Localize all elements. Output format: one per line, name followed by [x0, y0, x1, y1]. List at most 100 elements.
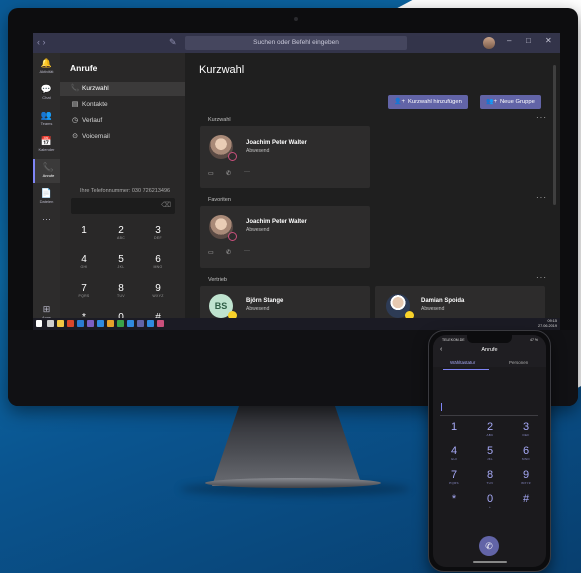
call-button[interactable]: ✆: [479, 536, 499, 556]
tab-dialpad[interactable]: Wähltastatur: [450, 360, 475, 365]
nav-arrows-icon[interactable]: ‹ ›: [37, 37, 46, 47]
section-label: Vertrieb: [208, 277, 227, 283]
add-person-icon: 👤+: [394, 99, 405, 105]
phone-call-icon[interactable]: ✆: [226, 170, 231, 177]
rail-item-files[interactable]: 📄 Dateien: [33, 185, 60, 209]
taskbar-app-icon[interactable]: [107, 320, 114, 327]
key-digit: 5: [118, 254, 124, 265]
taskbar-app-icon[interactable]: [157, 320, 164, 327]
keypad-key[interactable]: #: [514, 493, 538, 505]
rail-item-activity[interactable]: 🔔 Aktivität: [33, 55, 60, 79]
keypad-key[interactable]: *: [442, 493, 466, 505]
key-digit: 2: [486, 421, 494, 433]
keypad-key[interactable]: 1: [69, 225, 99, 236]
key-digit: 2: [118, 225, 124, 236]
file-icon: 📄: [40, 188, 53, 198]
key-digit: 6: [522, 445, 530, 457]
key-letters: PQRS: [78, 294, 90, 298]
taskbar-app-icon[interactable]: [77, 320, 84, 327]
taskbar-app-icon[interactable]: [147, 320, 154, 327]
key-letters: MNO: [153, 265, 163, 269]
rail-item-chat[interactable]: 💬 Chat: [33, 81, 60, 105]
keypad-key[interactable]: 1: [442, 421, 466, 433]
voicemail-icon: ⊙: [72, 133, 78, 140]
key-digit: 0: [486, 493, 494, 505]
dial-number-input[interactable]: ⌫: [71, 198, 175, 214]
keypad-key[interactable]: 0+: [478, 493, 502, 509]
windows-taskbar: 09:15 27.06.2019: [33, 318, 560, 330]
taskbar-app-icon[interactable]: [87, 320, 94, 327]
keypad-key[interactable]: 6 MNO: [143, 254, 173, 270]
rail-item-calendar[interactable]: 📅 Kalender: [33, 133, 60, 157]
search-input[interactable]: Suchen oder Befehl eingeben: [185, 36, 407, 50]
key-digit: 5: [486, 445, 494, 457]
smartphone: TELEKOM.DE 47 % ‹ Anrufe Wähltastatur Pe…: [428, 330, 551, 572]
home-indicator: [473, 561, 507, 563]
user-avatar[interactable]: [483, 37, 495, 49]
video-call-icon[interactable]: ▭: [208, 170, 214, 177]
taskbar-app-icon[interactable]: [117, 320, 124, 327]
taskbar-app-icon[interactable]: [47, 320, 54, 327]
panel-item-voicemail[interactable]: ⊙ Voicemail: [60, 130, 185, 144]
scrollbar[interactable]: [553, 65, 556, 205]
contact-name: Damian Spoida: [421, 298, 465, 304]
keypad-key[interactable]: 9 WXYZ: [514, 469, 538, 485]
panel-item-history[interactable]: ◷ Verlauf: [60, 114, 185, 128]
tab-people[interactable]: Personen: [509, 360, 528, 365]
taskbar-app-icon[interactable]: [67, 320, 74, 327]
panel-item-speed-dial[interactable]: 📞 Kurzwahl: [60, 82, 185, 96]
contact-card[interactable]: Joachim Peter Walter Abwesend ▭ ✆ ···: [200, 126, 370, 188]
minimize-button[interactable]: –: [507, 36, 511, 45]
folder-icon[interactable]: [57, 320, 64, 327]
keypad-key[interactable]: 4 GHI: [442, 445, 466, 461]
keypad-key[interactable]: 7 PQRS: [69, 283, 99, 299]
windows-start-icon[interactable]: [36, 320, 42, 327]
section-more-icon[interactable]: ···: [536, 113, 547, 122]
panel-item-contacts[interactable]: ▤ Kontakte: [60, 98, 185, 112]
own-phone-number: Ihre Telefonnummer: 030 726213496: [80, 188, 171, 194]
new-group-button[interactable]: 👥+ Neue Gruppe: [480, 95, 541, 109]
contact-name: Joachim Peter Walter: [246, 219, 307, 225]
keypad-key[interactable]: 4 GHI: [69, 254, 99, 270]
keypad-key[interactable]: 3 DEF: [143, 225, 173, 241]
add-speed-dial-button[interactable]: 👤+ Kurzwahl hinzufügen: [388, 95, 468, 109]
key-digit: 4: [450, 445, 458, 457]
backspace-icon[interactable]: ⌫: [161, 201, 171, 209]
contacts-icon: ▤: [71, 101, 79, 108]
rail-item-teams[interactable]: 👥 Teams: [33, 107, 60, 131]
more-icon: ···: [42, 214, 51, 224]
bell-icon: 🔔: [40, 58, 53, 68]
calendar-icon: 📅: [40, 136, 53, 146]
section-more-icon[interactable]: ···: [536, 273, 547, 282]
section-more-icon[interactable]: ···: [536, 193, 547, 202]
keypad-key[interactable]: 6 MNO: [514, 445, 538, 461]
keypad-key[interactable]: 9 WXYZ: [143, 283, 173, 299]
taskbar-app-icon[interactable]: [97, 320, 104, 327]
key-letters: JKL: [117, 265, 125, 269]
maximize-button[interactable]: □: [526, 36, 531, 45]
close-button[interactable]: ✕: [545, 36, 552, 45]
rail-item-more[interactable]: ···: [33, 211, 60, 235]
keypad-key[interactable]: 2 ABC: [106, 225, 136, 241]
keypad-key[interactable]: 8 TUV: [478, 469, 502, 485]
edit-icon[interactable]: ✎: [169, 37, 177, 48]
taskbar-app-icon[interactable]: [127, 320, 134, 327]
phone-call-icon[interactable]: ✆: [226, 249, 231, 256]
more-options-icon[interactable]: ···: [244, 248, 250, 254]
clock-icon: ◷: [71, 117, 79, 124]
rail-item-calls[interactable]: 📞 Anrufe: [33, 159, 62, 183]
teams-taskbar-icon[interactable]: [137, 320, 144, 327]
video-call-icon[interactable]: ▭: [208, 249, 214, 256]
keypad-key[interactable]: 8 TUV: [106, 283, 136, 299]
more-options-icon[interactable]: ···: [244, 169, 250, 175]
keypad-key[interactable]: 5 JKL: [106, 254, 136, 270]
keypad-key[interactable]: 7 PQRS: [442, 469, 466, 485]
key-digit: 8: [486, 469, 494, 481]
key-letters: PQRS: [449, 481, 459, 485]
contact-card[interactable]: Joachim Peter Walter Abwesend ▭ ✆ ···: [200, 206, 370, 268]
phone-screen: TELEKOM.DE 47 % ‹ Anrufe Wähltastatur Pe…: [433, 335, 546, 567]
keypad-key[interactable]: 5 JKL: [478, 445, 502, 461]
keypad-key[interactable]: 3 DEF: [514, 421, 538, 437]
keypad-key[interactable]: 2 ABC: [478, 421, 502, 437]
carrier-label: TELEKOM.DE: [442, 338, 465, 342]
